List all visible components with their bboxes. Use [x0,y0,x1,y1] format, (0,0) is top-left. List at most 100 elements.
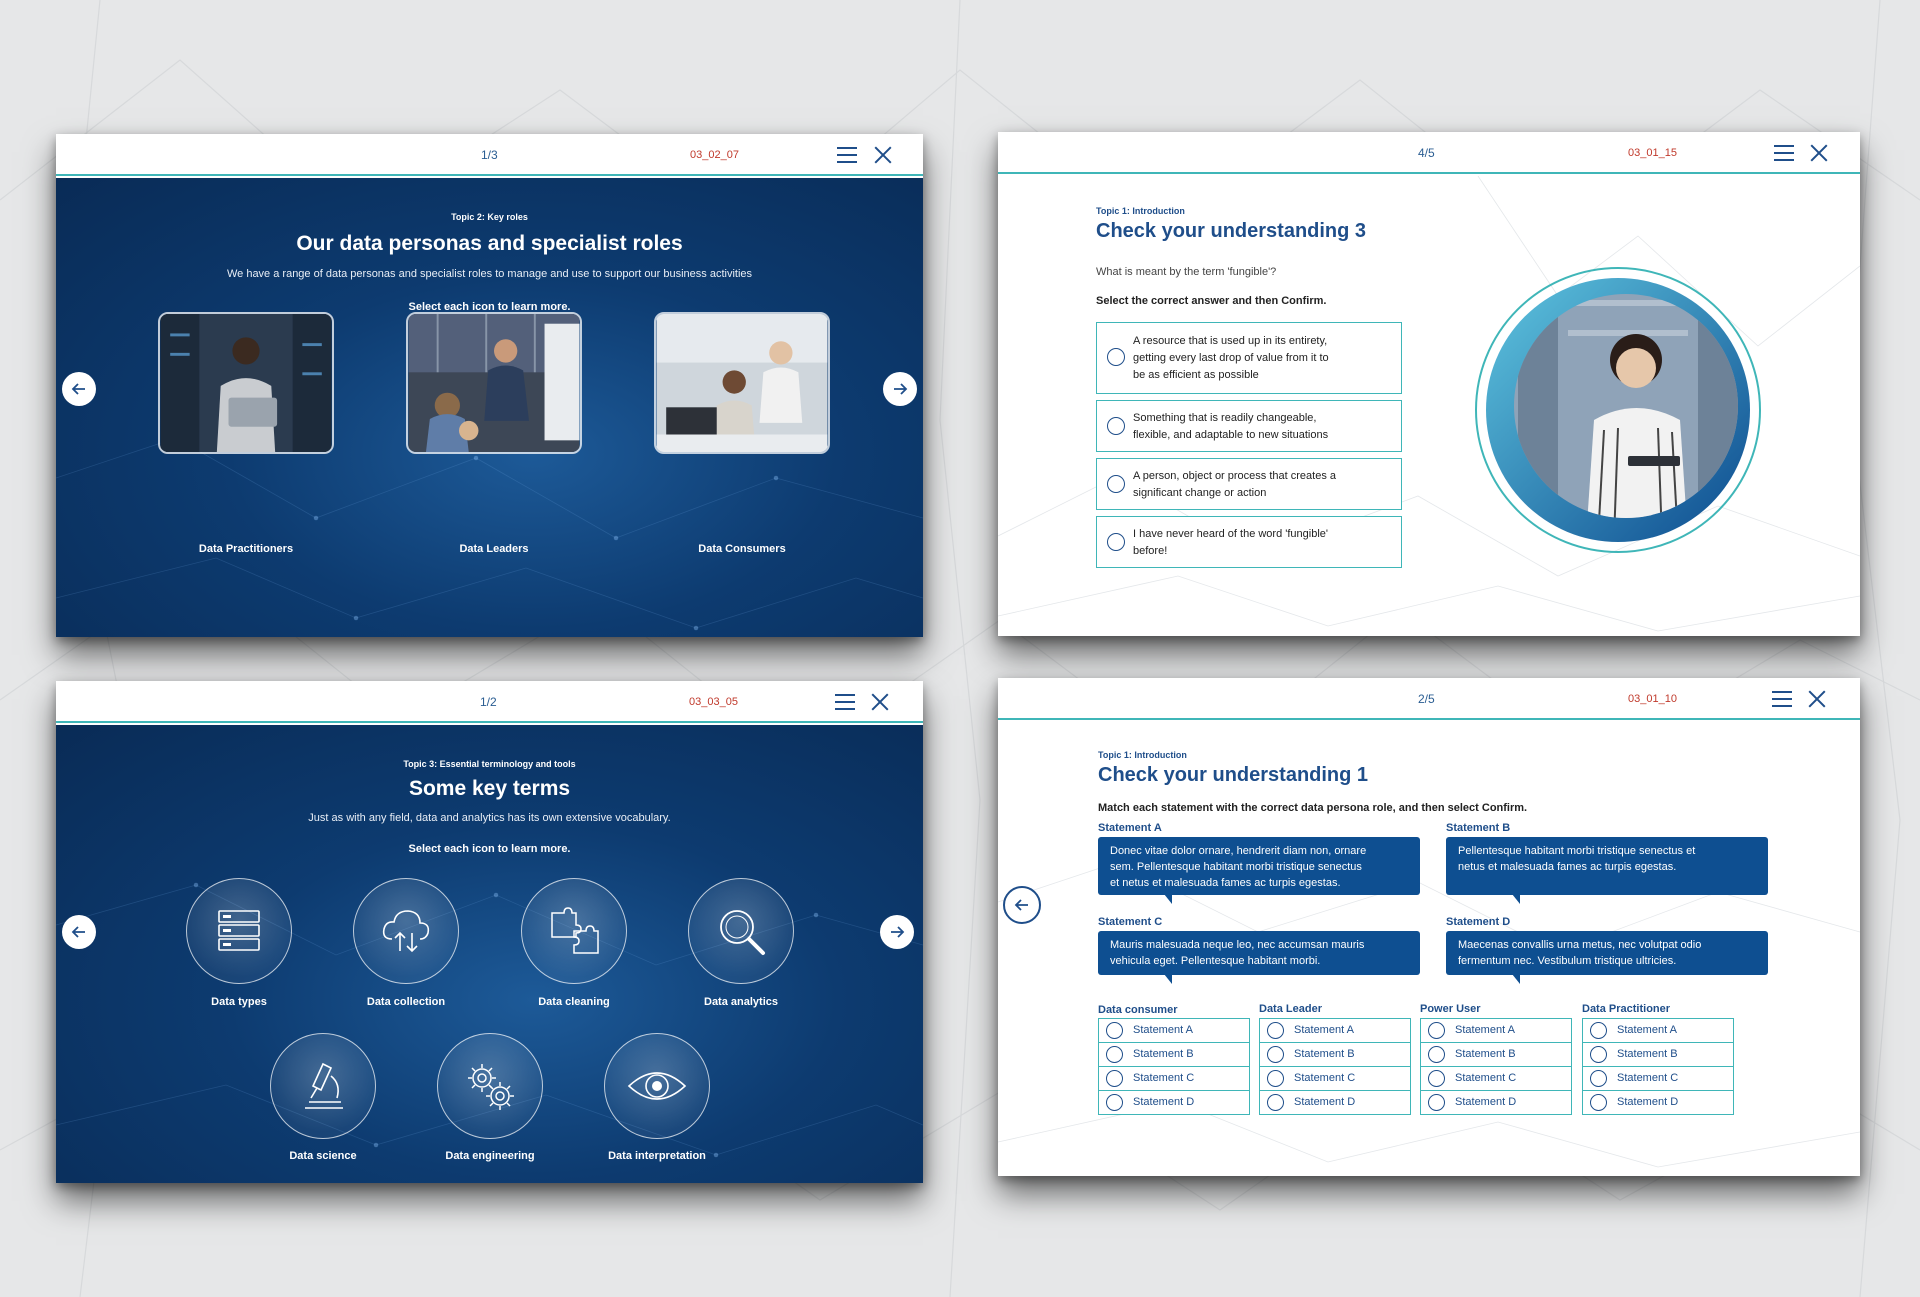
match-option-label: Statement A [1617,1024,1677,1036]
statement-label: Statement C [1098,916,1163,928]
card-data-leaders[interactable] [406,312,582,454]
column-head-power-user: Power User [1420,1003,1481,1015]
match-option[interactable]: Statement D [1420,1090,1572,1115]
radio-icon [1267,1094,1284,1111]
answer-option[interactable]: Something that is readily changeable, fl… [1096,400,1402,452]
term-data-types[interactable] [186,878,292,984]
radio-icon [1107,417,1125,435]
match-option[interactable]: Statement D [1098,1090,1250,1115]
match-option-label: Statement C [1617,1072,1679,1084]
eye-icon [627,1072,687,1100]
close-icon[interactable] [872,144,894,166]
statement-line: Pellentesque habitant morbi tristique se… [1458,845,1696,857]
radio-icon [1428,1046,1445,1063]
slide-topbar: 1/3 03_02_07 [56,134,923,176]
radio-icon [1107,533,1125,551]
match-option[interactable]: Statement A [1098,1018,1250,1043]
option-line: getting every last drop of value from it… [1133,352,1329,364]
slide-key-terms: 1/2 03_03_05 Topic 3: Essential terminol… [56,681,923,1183]
match-option[interactable]: Statement D [1259,1090,1411,1115]
term-data-cleaning[interactable] [521,878,627,984]
match-option[interactable]: Statement D [1582,1090,1734,1115]
statement-bubble: Maecenas convallis urna metus, nec volut… [1446,931,1768,984]
term-label: Data engineering [445,1150,535,1162]
card-data-practitioners[interactable] [158,312,334,454]
slide-topbar: 1/2 03_03_05 [56,681,923,723]
menu-icon[interactable] [1774,144,1794,162]
option-line: Something that is readily changeable, [1133,412,1317,424]
match-option[interactable]: Statement A [1259,1018,1411,1043]
intro-text: We have a range of data personas and spe… [226,268,753,280]
radio-icon [1107,348,1125,366]
match-option-label: Statement A [1455,1024,1515,1036]
page-counter: 4/5 [1418,146,1435,160]
page-counter: 1/2 [480,695,497,709]
term-label: Data types [211,996,267,1008]
answer-option[interactable]: A resource that is used up in its entire… [1096,322,1402,394]
match-option[interactable]: Statement C [1259,1066,1411,1091]
match-option[interactable]: Statement A [1420,1018,1572,1043]
term-data-interpretation[interactable] [604,1033,710,1139]
prev-button[interactable] [1003,886,1041,924]
radio-icon [1428,1022,1445,1039]
term-label: Data interpretation [608,1150,706,1162]
arrow-left-icon [71,926,85,938]
page-title: Check your understanding 1 [1098,764,1369,786]
close-icon[interactable] [1806,688,1828,710]
radio-icon [1106,1070,1123,1087]
statement-line: vehicula eget. Pellentesque habitant mor… [1110,955,1321,967]
microscope-icon [305,1062,343,1109]
prev-button[interactable] [62,372,96,406]
cloud-upload-icon [382,910,430,953]
match-option[interactable]: Statement A [1582,1018,1734,1043]
answer-option[interactable]: I have never heard of the word 'fungible… [1096,516,1402,568]
next-button[interactable] [883,372,917,406]
slide-body: Topic 1: Introduction Check your underst… [998,176,1860,636]
statement-line: Donec vitae dolor ornare, hendrerit diam… [1110,845,1367,857]
menu-icon[interactable] [1772,690,1792,708]
term-data-engineering[interactable] [437,1033,543,1139]
match-option[interactable]: Statement B [1420,1042,1572,1067]
match-option[interactable]: Statement B [1098,1042,1250,1067]
match-option[interactable]: Statement C [1420,1066,1572,1091]
term-data-science[interactable] [270,1033,376,1139]
statement-label: Statement A [1098,822,1162,834]
match-option[interactable]: Statement B [1259,1042,1411,1067]
match-option[interactable]: Statement C [1098,1066,1250,1091]
slide-topbar: 2/5 03_01_10 [998,678,1860,720]
slide-body: Topic 2: Key roles Our data personas and… [56,178,923,637]
topic-label: Topic 3: Essential terminology and tools [403,759,576,769]
match-option[interactable]: Statement C [1582,1066,1734,1091]
next-button[interactable] [880,915,914,949]
card-data-consumers[interactable] [654,312,830,454]
radio-icon [1428,1070,1445,1087]
answer-option[interactable]: A person, object or process that creates… [1096,458,1402,510]
statement-line: netus et malesuada fames ac turpis egest… [1458,861,1677,873]
card-label: Data Consumers [698,543,786,555]
match-option-label: Statement B [1133,1048,1194,1060]
option-line: significant change or action [1133,487,1267,499]
magnifier-icon [720,910,765,955]
close-icon[interactable] [869,691,891,713]
match-option-label: Statement D [1455,1096,1517,1108]
term-data-collection[interactable] [353,878,459,984]
slide-code: 03_03_05 [689,696,738,708]
topic-label: Topic 1: Introduction [1098,750,1187,760]
term-label: Data collection [366,996,446,1008]
statement-label: Statement D [1446,916,1511,928]
statement-bubble: Mauris malesuada neque leo, nec accumsan… [1098,931,1420,984]
radio-icon [1267,1022,1284,1039]
menu-icon[interactable] [835,693,855,711]
radio-icon [1106,1094,1123,1111]
card-label: Data Practitioners [198,543,294,555]
term-data-analytics[interactable] [688,878,794,984]
menu-icon[interactable] [837,146,857,164]
option-line: be as efficient as possible [1133,369,1259,381]
match-option[interactable]: Statement B [1582,1042,1734,1067]
prev-button[interactable] [62,915,96,949]
statement-line: et netus et malesuada fames ac turpis eg… [1110,877,1341,889]
match-option-label: Statement D [1294,1096,1356,1108]
instruction-text: Match each statement with the correct da… [1098,802,1528,814]
term-label: Data analytics [704,996,778,1008]
close-icon[interactable] [1808,142,1830,164]
